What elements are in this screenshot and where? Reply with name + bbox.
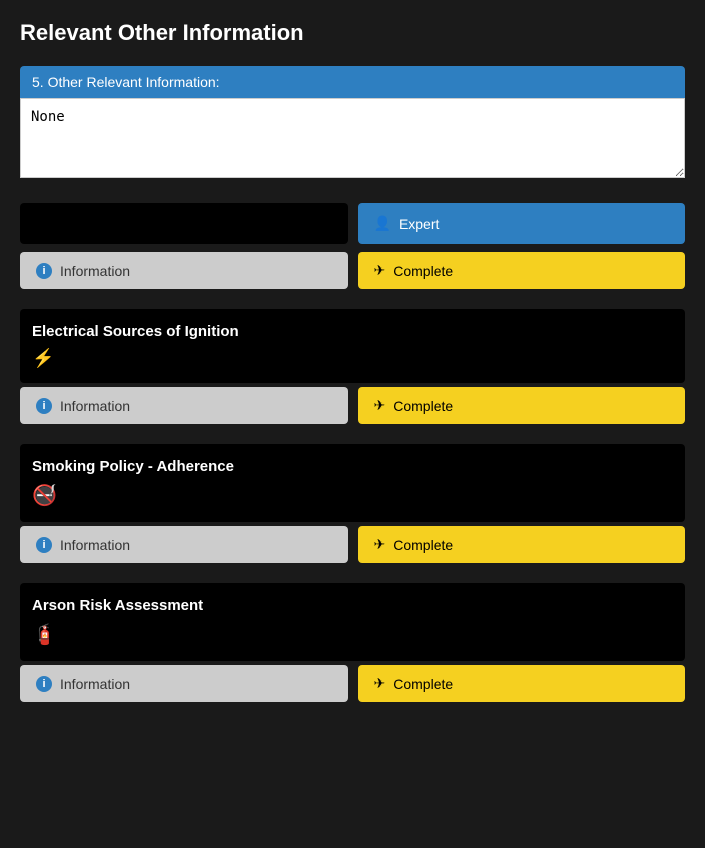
arson-icon: 🧯 [32, 624, 57, 646]
complete-icon-2: ✈ [374, 397, 386, 414]
no-smoking-icon: 🚭 [32, 485, 57, 507]
information-button-3[interactable]: i Information [20, 526, 348, 563]
complete-label-4: Complete [393, 676, 453, 692]
arson-section-block: Arson Risk Assessment 🧯 [20, 583, 685, 661]
complete-button-2[interactable]: ✈ Complete [358, 387, 686, 424]
expert-button-row: 👤 Expert [20, 203, 685, 244]
info-icon-1: i [36, 263, 52, 279]
section5-label: 5. Other Relevant Information: [20, 66, 685, 98]
arson-title: Arson Risk Assessment [32, 597, 673, 614]
complete-label-3: Complete [393, 537, 453, 553]
section5-textarea[interactable]: None [20, 98, 685, 178]
complete-icon-4: ✈ [374, 675, 386, 692]
complete-label-2: Complete [393, 398, 453, 414]
electrical-title: Electrical Sources of Ignition [32, 323, 673, 340]
user-icon: 👤 [374, 215, 391, 232]
information-label-4: Information [60, 676, 130, 692]
info-icon-4: i [36, 676, 52, 692]
info-complete-row-3: i Information ✈ Complete [20, 526, 685, 563]
section5-wrapper: 5. Other Relevant Information: None [20, 66, 685, 183]
information-label-1: Information [60, 263, 130, 279]
information-button-2[interactable]: i Information [20, 387, 348, 424]
complete-button-3[interactable]: ✈ Complete [358, 526, 686, 563]
information-label-3: Information [60, 537, 130, 553]
expert-button[interactable]: 👤 Expert [358, 203, 686, 244]
expert-label: Expert [399, 216, 439, 232]
info-icon-2: i [36, 398, 52, 414]
page-title: Relevant Other Information [20, 20, 685, 46]
information-button-1[interactable]: i Information [20, 252, 348, 289]
lightning-icon: ⚡ [32, 348, 54, 368]
info-complete-row-4: i Information ✈ Complete [20, 665, 685, 702]
information-label-2: Information [60, 398, 130, 414]
complete-button-1[interactable]: ✈ Complete [358, 252, 686, 289]
info-complete-row-1: i Information ✈ Complete [20, 252, 685, 289]
info-complete-row-2: i Information ✈ Complete [20, 387, 685, 424]
smoking-section-block: Smoking Policy - Adherence 🚭 [20, 444, 685, 522]
electrical-section-block: Electrical Sources of Ignition ⚡ [20, 309, 685, 383]
complete-label-1: Complete [393, 263, 453, 279]
information-button-4[interactable]: i Information [20, 665, 348, 702]
complete-icon-1: ✈ [374, 262, 386, 279]
info-icon-3: i [36, 537, 52, 553]
complete-button-4[interactable]: ✈ Complete [358, 665, 686, 702]
complete-icon-3: ✈ [374, 536, 386, 553]
dark-button-1[interactable] [20, 203, 348, 244]
smoking-title: Smoking Policy - Adherence [32, 458, 673, 475]
